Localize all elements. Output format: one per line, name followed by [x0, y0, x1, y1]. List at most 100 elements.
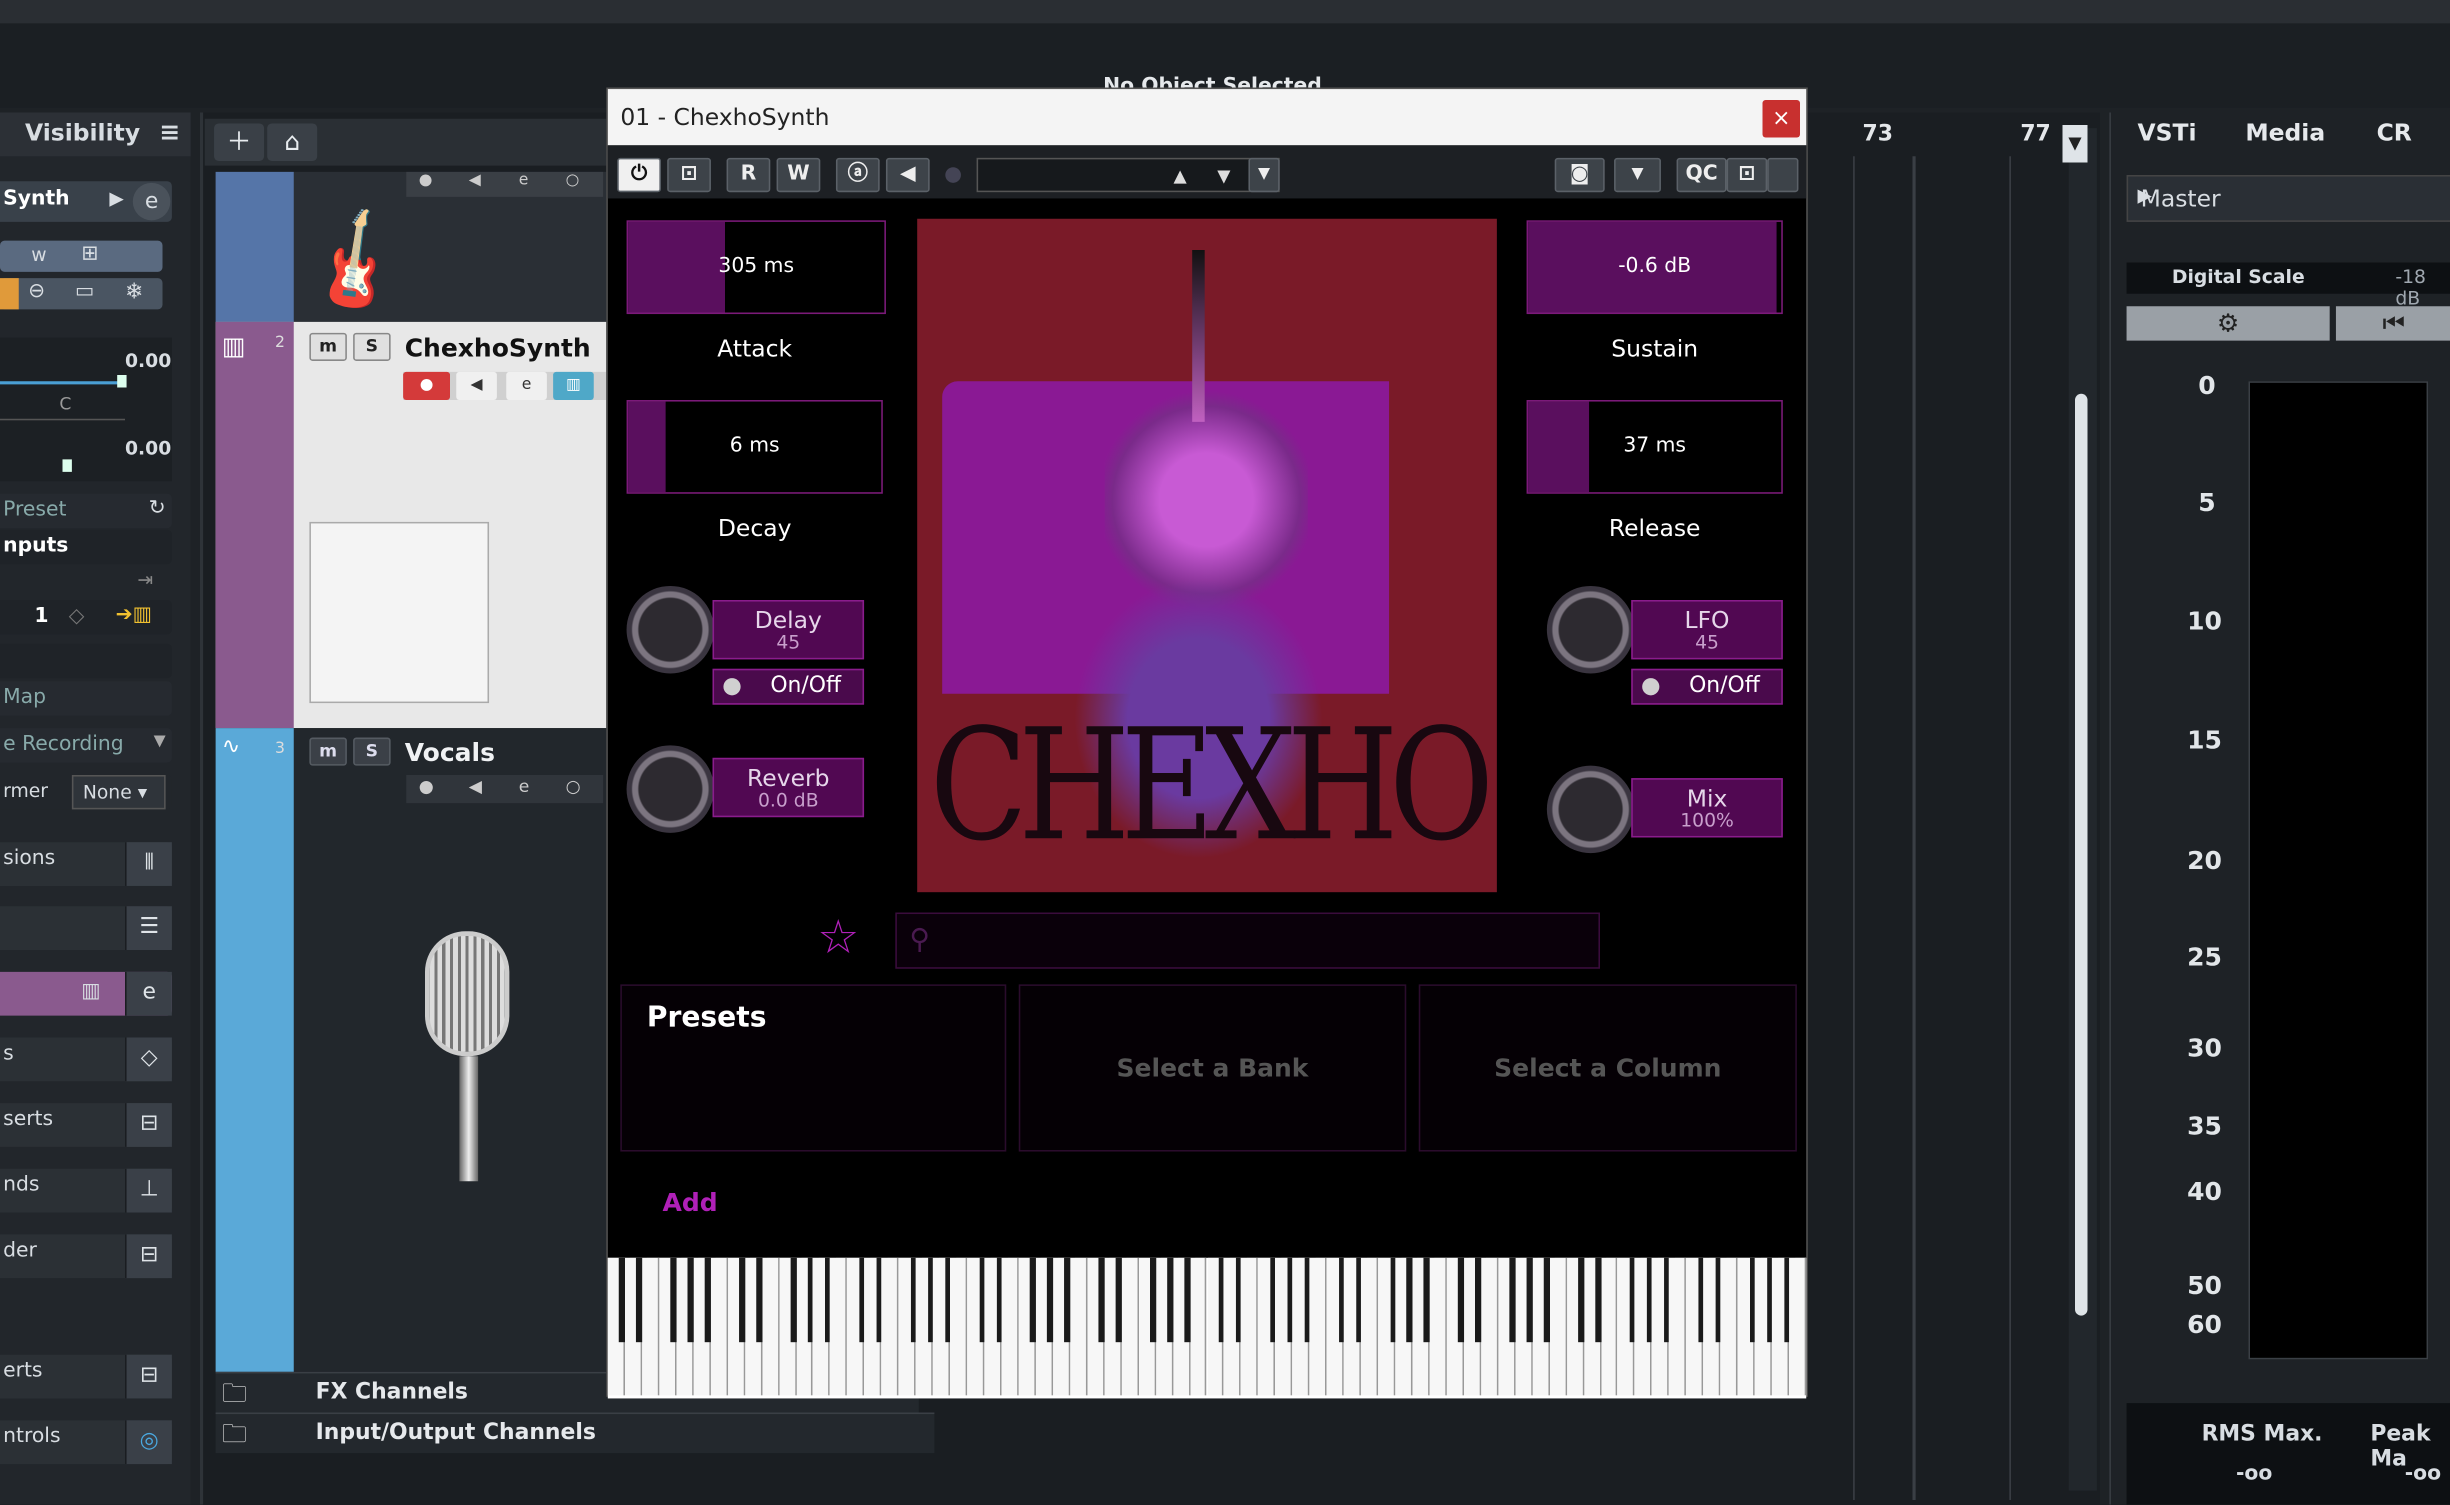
white-key[interactable]: [1549, 1257, 1567, 1396]
preset-menu-icon[interactable]: ▼: [1248, 157, 1280, 193]
midi-channel-row[interactable]: 1 ◇ ➔▥: [0, 600, 172, 635]
delay-knob[interactable]: [626, 585, 715, 674]
edit-instrument-button[interactable]: e: [506, 371, 547, 400]
visibility-tab[interactable]: Visibility: [25, 119, 140, 147]
auto-icon[interactable]: ⓐ: [835, 157, 880, 193]
scroll-thumb[interactable]: [2075, 393, 2088, 1316]
track-1[interactable]: ● ◀ e ○ 🎸: [215, 171, 611, 327]
map-row[interactable]: Map: [0, 681, 172, 716]
meter-settings-button[interactable]: ⚙: [2126, 306, 2330, 341]
master-row[interactable]: Master: [2126, 175, 2450, 222]
track-2[interactable]: ▥ 2 m S ChexhoSynth ● ◀ e ▥: [215, 321, 611, 729]
bank-column[interactable]: Select a Bank: [1018, 984, 1407, 1152]
refresh-icon[interactable]: ↻: [149, 497, 166, 520]
recording-row[interactable]: e Recording ▼: [0, 728, 172, 763]
fader-icon[interactable]: ⊟: [125, 1234, 172, 1279]
menu-icon[interactable]: ≡: [159, 117, 180, 147]
section-sends[interactable]: nds ⊥: [0, 1168, 172, 1213]
track-name[interactable]: ChexhoSynth: [405, 333, 591, 363]
input-monitor-icon[interactable]: ➔▥: [116, 603, 152, 626]
section-versions[interactable]: sions ⫴: [0, 842, 172, 886]
former-select[interactable]: None ▾: [71, 775, 166, 810]
back-icon[interactable]: ◀: [885, 157, 930, 193]
versions-icon[interactable]: ⫴: [125, 842, 172, 886]
lfo-toggle[interactable]: On/Off: [1631, 668, 1783, 705]
monitor-icon[interactable]: ◀: [469, 172, 481, 189]
routing-icon[interactable]: ⇥: [138, 569, 154, 591]
mix-box[interactable]: Mix 100%: [1631, 778, 1783, 838]
record-enable-button[interactable]: ●: [403, 371, 450, 400]
ruler-dropdown[interactable]: ▼: [2062, 125, 2088, 163]
mute-button[interactable]: m: [309, 332, 347, 361]
add-preset-button[interactable]: Add: [663, 1188, 718, 1218]
white-key[interactable]: [1480, 1257, 1499, 1396]
preset-down-icon[interactable]: ▼: [1217, 166, 1230, 186]
add-track-icon[interactable]: ＋: [214, 123, 265, 161]
mix-knob[interactable]: [1546, 765, 1635, 854]
write-icon[interactable]: w: [31, 244, 46, 266]
read-icon[interactable]: ○: [566, 172, 580, 189]
white-key[interactable]: [1070, 1257, 1088, 1396]
edit-icon[interactable]: e: [519, 172, 529, 189]
piano-keyboard[interactable]: [607, 1257, 1807, 1399]
record-icon[interactable]: ●: [419, 172, 433, 189]
white-key[interactable]: [1600, 1257, 1618, 1396]
preset-field[interactable]: [976, 157, 1280, 193]
lanes-icon[interactable]: ▭: [75, 280, 94, 303]
lfo-knob[interactable]: [1546, 585, 1635, 674]
read-icon[interactable]: ○: [566, 777, 581, 797]
delay-toggle[interactable]: On/Off: [712, 668, 865, 705]
tab-vsti[interactable]: VSTi: [2138, 119, 2197, 147]
edit-icon[interactable]: e: [519, 777, 530, 797]
preset-up-icon[interactable]: ▲: [1173, 166, 1186, 186]
sustain-slider[interactable]: -0.6 dB: [1526, 220, 1783, 315]
folder-io-channels[interactable]: 🗀 Input/Output Channels: [215, 1412, 935, 1454]
favorite-star-icon[interactable]: ☆: [817, 911, 859, 966]
white-key[interactable]: [1361, 1257, 1379, 1396]
lock-icon[interactable]: ⊡: [1726, 157, 1768, 193]
white-key[interactable]: [710, 1257, 728, 1396]
section-fader[interactable]: der ⊟: [0, 1234, 172, 1279]
white-key[interactable]: [881, 1257, 899, 1396]
write-button[interactable]: W: [776, 157, 821, 193]
record-icon[interactable]: ●: [419, 777, 434, 797]
volume-handle[interactable]: [117, 375, 127, 388]
monitor-icon[interactable]: ◀: [469, 777, 482, 797]
dropdown-icon[interactable]: ▼: [154, 733, 166, 750]
inserts-icon[interactable]: ⊟: [125, 1103, 172, 1147]
snapshot-icon[interactable]: ◙: [1554, 157, 1605, 193]
sends-icon[interactable]: ⊥: [125, 1168, 172, 1213]
folder-track-icon[interactable]: ⌂: [267, 123, 318, 161]
lfo-box[interactable]: LFO 45: [1631, 600, 1783, 660]
white-key[interactable]: [950, 1257, 968, 1396]
column-selector[interactable]: Select a Column: [1418, 984, 1797, 1152]
section-instrument[interactable]: ▥ e: [0, 971, 172, 1016]
piano-icon[interactable]: ▥: [81, 980, 100, 1003]
reset-button[interactable]: ⏮: [2335, 306, 2450, 341]
mute-button[interactable]: m: [309, 737, 347, 766]
bypass-icon[interactable]: ⊡: [667, 157, 711, 193]
tab-media[interactable]: Media: [2245, 119, 2325, 147]
white-key[interactable]: [761, 1257, 780, 1396]
monitor-button[interactable]: ◀: [456, 371, 497, 400]
quick-controls-icon[interactable]: ◎: [125, 1420, 172, 1465]
pan-slider[interactable]: [0, 418, 125, 421]
solo-button[interactable]: S: [353, 332, 391, 361]
white-key[interactable]: [1001, 1257, 1019, 1396]
vertical-scrollbar[interactable]: [2068, 128, 2097, 1491]
section-quick-controls[interactable]: ntrols ◎: [0, 1420, 172, 1465]
reverb-knob[interactable]: [626, 745, 715, 833]
section-inserts[interactable]: serts ⊟: [0, 1103, 172, 1147]
volume-slider[interactable]: [0, 381, 122, 385]
blank-button[interactable]: [1767, 157, 1799, 193]
preset-search-input[interactable]: ⚲: [895, 912, 1600, 969]
inputs-row[interactable]: nputs: [0, 529, 172, 565]
white-key[interactable]: [1720, 1257, 1738, 1396]
tab-cr[interactable]: CR: [2377, 119, 2412, 147]
attack-slider[interactable]: 305 ms: [626, 220, 886, 315]
track-name[interactable]: Vocals: [405, 738, 495, 768]
white-key[interactable]: [642, 1257, 660, 1396]
track-name-row[interactable]: Synth ▶ e: [0, 181, 172, 222]
list-icon[interactable]: ☰: [125, 906, 172, 950]
section-midi[interactable]: s ◇: [0, 1037, 172, 1082]
